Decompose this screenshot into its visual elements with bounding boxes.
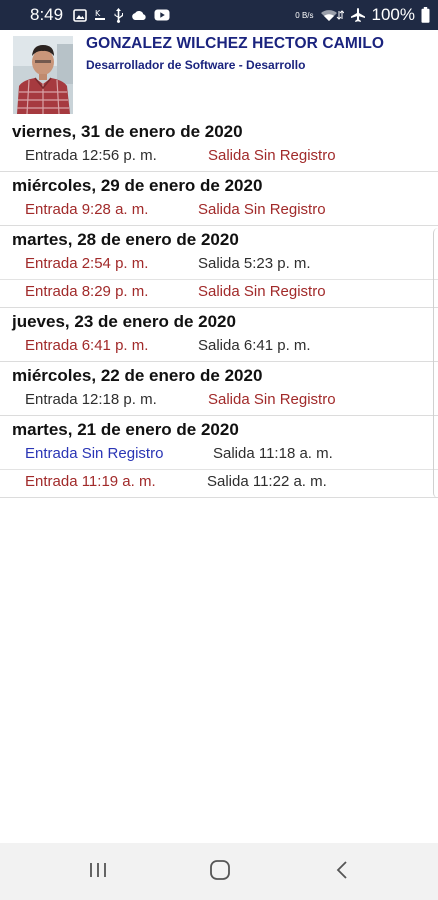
day-date: viernes, 31 de enero de 2020 xyxy=(12,122,243,141)
battery-percent: 100% xyxy=(371,5,415,24)
recent-apps-icon xyxy=(88,861,108,884)
day-block: martes, 28 de enero de 2020 Entrada 2:54… xyxy=(0,226,438,308)
navigation-bar xyxy=(0,843,438,900)
back-button[interactable] xyxy=(327,857,357,887)
gallery-icon xyxy=(73,8,87,22)
battery-icon xyxy=(421,7,430,23)
exit-time: Salida 11:22 a. m. xyxy=(207,473,327,490)
exit-time: Salida 11:18 a. m. xyxy=(213,445,333,462)
exit-time: Salida Sin Registro xyxy=(208,147,336,164)
day-date: miércoles, 22 de enero de 2020 xyxy=(12,366,263,385)
edge-panel-handle[interactable] xyxy=(433,228,438,498)
user-name: GONZALEZ WILCHEZ HECTOR CAMILO xyxy=(86,35,385,52)
home-button[interactable] xyxy=(205,857,235,887)
record-row[interactable]: Entrada 9:28 a. m. Salida Sin Registro xyxy=(0,198,438,225)
record-row[interactable]: Entrada 8:29 p. m. Salida Sin Registro xyxy=(0,279,438,307)
user-header: GONZALEZ WILCHEZ HECTOR CAMILO Desarroll… xyxy=(0,30,438,118)
entry-time: Entrada 2:54 p. m. xyxy=(25,255,149,272)
day-block: miércoles, 22 de enero de 2020 Entrada 1… xyxy=(0,362,438,416)
exit-time: Salida 5:23 p. m. xyxy=(198,255,311,272)
entry-time: Entrada 8:29 p. m. xyxy=(25,283,149,300)
attendance-list: viernes, 31 de enero de 2020 Entrada 12:… xyxy=(0,118,438,498)
status-icons-left: K xyxy=(73,7,170,23)
cloud-icon xyxy=(131,10,147,21)
day-date: martes, 28 de enero de 2020 xyxy=(12,230,239,249)
network-speed-unit: B/s xyxy=(301,10,314,20)
record-row[interactable]: Entrada 6:41 p. m. Salida 6:41 p. m. xyxy=(0,334,438,361)
exit-time: Salida Sin Registro xyxy=(198,283,326,300)
entry-time: Entrada Sin Registro xyxy=(25,445,164,462)
signal-k-icon: K xyxy=(94,8,106,22)
svg-text:K: K xyxy=(95,9,101,18)
wifi-data-icon xyxy=(320,8,344,22)
entry-time: Entrada 11:19 a. m. xyxy=(25,473,156,490)
youtube-icon xyxy=(154,9,170,21)
exit-time: Salida Sin Registro xyxy=(198,201,326,218)
status-bar: 8:49 K 0 B/s 100% xyxy=(0,0,438,30)
usb-icon xyxy=(113,7,124,23)
recent-apps-button[interactable] xyxy=(83,857,113,887)
network-speed-value: 0 xyxy=(295,10,300,20)
day-date: martes, 21 de enero de 2020 xyxy=(12,420,239,439)
home-icon xyxy=(209,859,231,886)
user-role: Desarrollador de Software - Desarrollo xyxy=(86,58,306,72)
exit-time: Salida 6:41 p. m. xyxy=(198,337,311,354)
back-icon xyxy=(335,860,349,885)
record-row[interactable]: Entrada 12:18 p. m. Salida Sin Registro xyxy=(0,388,438,415)
record-row[interactable]: Entrada 12:56 p. m. Salida Sin Registro xyxy=(0,144,438,171)
record-row[interactable]: Entrada Sin Registro Salida 11:18 a. m. xyxy=(0,442,438,469)
airplane-icon xyxy=(350,7,366,23)
network-speed: 0 B/s xyxy=(295,11,313,20)
status-icons-right: 0 B/s 100% xyxy=(295,5,430,25)
day-block: martes, 21 de enero de 2020 Entrada Sin … xyxy=(0,416,438,498)
exit-time: Salida Sin Registro xyxy=(208,391,336,408)
day-date: miércoles, 29 de enero de 2020 xyxy=(12,176,263,195)
avatar xyxy=(13,36,73,114)
record-row[interactable]: Entrada 2:54 p. m. Salida 5:23 p. m. xyxy=(0,252,438,279)
entry-time: Entrada 12:56 p. m. xyxy=(25,147,157,164)
day-block: viernes, 31 de enero de 2020 Entrada 12:… xyxy=(0,118,438,172)
record-row[interactable]: Entrada 11:19 a. m. Salida 11:22 a. m. xyxy=(0,469,438,497)
day-block: jueves, 23 de enero de 2020 Entrada 6:41… xyxy=(0,308,438,362)
status-time: 8:49 xyxy=(30,5,64,24)
entry-time: Entrada 6:41 p. m. xyxy=(25,337,149,354)
day-date: jueves, 23 de enero de 2020 xyxy=(12,312,236,331)
day-block: miércoles, 29 de enero de 2020 Entrada 9… xyxy=(0,172,438,226)
entry-time: Entrada 9:28 a. m. xyxy=(25,201,149,218)
entry-time: Entrada 12:18 p. m. xyxy=(25,391,157,408)
